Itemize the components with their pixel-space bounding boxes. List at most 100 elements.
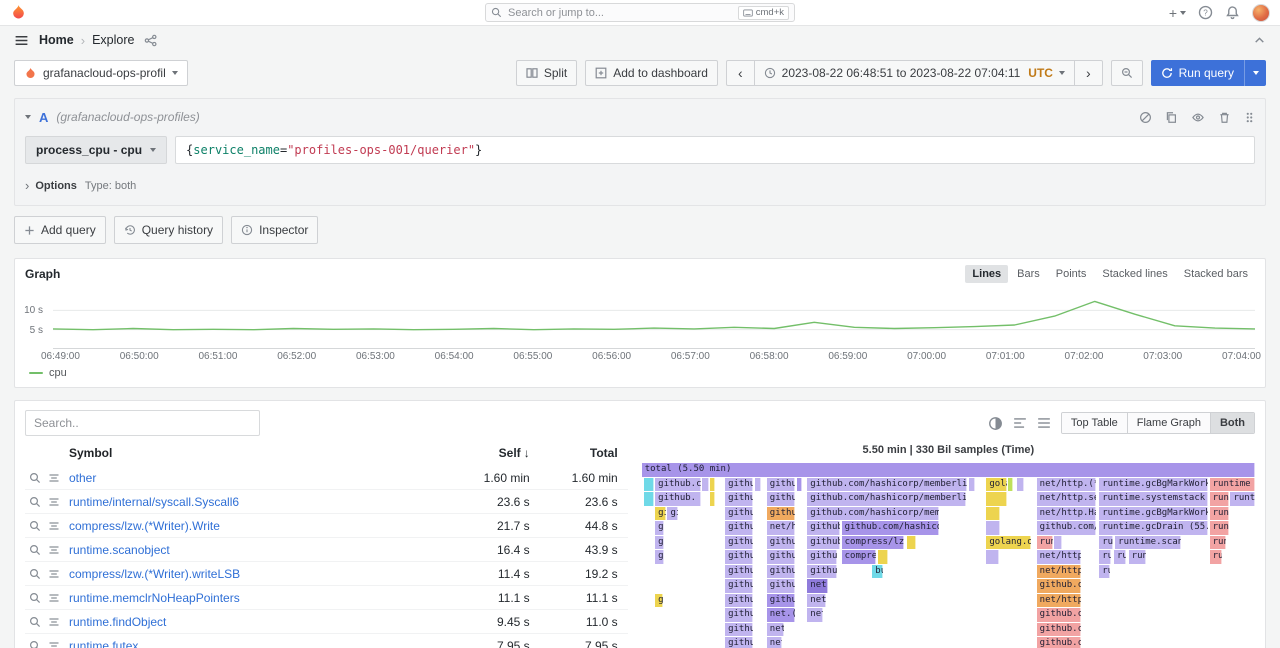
flame-node[interactable] xyxy=(755,478,761,492)
symbol-link[interactable]: compress/lzw.(*Writer).writeLSB xyxy=(69,567,452,581)
text-align-justify-icon[interactable] xyxy=(1037,416,1051,430)
flame-node[interactable]: githu xyxy=(725,623,753,637)
search-symbol-icon[interactable] xyxy=(29,520,41,532)
flame-node[interactable]: net/http.Har xyxy=(1037,550,1081,564)
flame-node[interactable]: git xyxy=(655,521,664,535)
flame-node[interactable]: github.c xyxy=(807,550,836,564)
flame-node[interactable]: runtin xyxy=(1230,492,1255,506)
flame-node[interactable]: net/http.Han xyxy=(1037,594,1081,608)
run-query-button[interactable]: Run query xyxy=(1151,60,1266,86)
flame-node[interactable]: githu xyxy=(767,507,795,521)
symbol-link[interactable]: runtime.memclrNoHeapPointers xyxy=(69,591,452,605)
flame-node[interactable]: run xyxy=(1114,550,1126,564)
flame-node[interactable]: net/http.(*c xyxy=(1037,478,1096,492)
search-symbol-icon[interactable] xyxy=(29,592,41,604)
flame-node[interactable]: run xyxy=(1099,536,1112,550)
flame-node[interactable]: github.c xyxy=(807,565,836,579)
graph-mode-lines[interactable]: Lines xyxy=(965,265,1008,283)
color-scheme-toggle-icon[interactable] xyxy=(988,416,1003,431)
flame-node[interactable]: github.com/c xyxy=(1037,579,1081,593)
flame-node[interactable] xyxy=(969,478,975,492)
flame-node[interactable] xyxy=(644,478,654,492)
flame-node[interactable]: githu xyxy=(725,637,753,648)
zoom-out-button[interactable] xyxy=(1111,60,1143,86)
tab-both[interactable]: Both xyxy=(1210,413,1254,433)
flame-node[interactable] xyxy=(1017,478,1024,492)
flame-node[interactable]: githu xyxy=(725,521,753,535)
flame-node[interactable]: githu xyxy=(767,594,795,608)
flame-node[interactable]: net.( xyxy=(807,608,823,622)
flame-node[interactable]: total (5.50 min) xyxy=(642,463,1255,477)
flame-node[interactable]: githu xyxy=(767,492,795,506)
symbol-link[interactable]: runtime.futex xyxy=(69,639,452,648)
search-symbol-icon[interactable] xyxy=(29,616,41,628)
symbol-link[interactable]: runtime/internal/syscall.Syscall6 xyxy=(69,495,452,509)
tab-flame-graph[interactable]: Flame Graph xyxy=(1127,413,1210,433)
drag-handle-icon[interactable] xyxy=(1244,111,1255,124)
flame-node[interactable]: runtime xyxy=(1210,478,1255,492)
sandwich-view-icon[interactable] xyxy=(48,520,60,532)
sandwich-view-icon[interactable] xyxy=(48,496,60,508)
grafana-logo[interactable] xyxy=(10,4,27,21)
flame-node[interactable] xyxy=(702,478,709,492)
flame-node[interactable]: runtime.gcBgMarkWorke xyxy=(1099,507,1208,521)
flame-node[interactable]: net.( xyxy=(767,623,784,637)
graph-legend[interactable]: cpu xyxy=(15,362,1265,387)
flame-node[interactable] xyxy=(797,478,803,492)
flame-node[interactable]: runtime.scanobje xyxy=(1115,536,1181,550)
disable-query-icon[interactable] xyxy=(1139,111,1152,124)
sandwich-view-icon[interactable] xyxy=(48,616,60,628)
flamegraph-search-input[interactable] xyxy=(25,410,260,436)
flame-node[interactable]: github.cc xyxy=(807,521,840,535)
time-range-picker[interactable]: 2023-08-22 06:48:51 to 2023-08-22 07:04:… xyxy=(754,60,1075,86)
flame-node[interactable]: githu xyxy=(725,478,753,492)
flame-node[interactable] xyxy=(710,478,714,492)
flame-node[interactable]: git xyxy=(655,507,666,521)
flame-node[interactable]: git xyxy=(655,536,664,550)
flame-node[interactable]: github.com/s xyxy=(1037,623,1081,637)
flame-node[interactable]: runt xyxy=(1129,550,1146,564)
graph-mode-bars[interactable]: Bars xyxy=(1010,265,1047,283)
flame-node[interactable] xyxy=(644,492,654,506)
sandwich-view-icon[interactable] xyxy=(48,640,60,648)
time-shift-back-button[interactable]: ‹ xyxy=(726,60,755,86)
query-ref-id[interactable]: A xyxy=(39,110,48,125)
flame-node[interactable] xyxy=(710,492,714,506)
flame-node[interactable]: rur xyxy=(1099,565,1110,579)
flame-node[interactable] xyxy=(986,492,1006,506)
flame-node[interactable]: compress/lzw.(*W xyxy=(842,536,905,550)
flame-node[interactable] xyxy=(986,550,998,564)
flame-node[interactable]: bu xyxy=(872,565,883,579)
flame-node[interactable]: gi xyxy=(655,594,662,608)
flame-node[interactable]: runti xyxy=(1210,507,1230,521)
breadcrumb-item-explore[interactable]: Explore xyxy=(92,33,134,47)
flame-node[interactable]: net.( xyxy=(767,637,782,648)
duplicate-query-icon[interactable] xyxy=(1165,111,1178,124)
time-series-chart[interactable]: 10 s5 s xyxy=(15,287,1265,349)
collapse-icon[interactable] xyxy=(1253,34,1266,47)
symbol-link[interactable]: runtime.findObject xyxy=(69,615,452,629)
user-avatar[interactable] xyxy=(1252,4,1270,22)
query-options-toggle[interactable]: › Options Type: both xyxy=(25,178,1255,193)
flame-node[interactable]: github. xyxy=(655,492,700,506)
flame-node[interactable]: githu xyxy=(725,492,753,506)
flame-node[interactable]: githu xyxy=(767,579,795,593)
flame-node[interactable]: net/http.con xyxy=(1037,565,1081,579)
flame-node[interactable]: net.(* xyxy=(807,594,825,608)
inspector-button[interactable]: Inspector xyxy=(231,216,318,244)
flame-node[interactable]: githu xyxy=(767,550,795,564)
flame-node[interactable]: githu xyxy=(725,579,753,593)
flame-node[interactable] xyxy=(878,550,888,564)
symbol-link[interactable]: other xyxy=(69,471,452,485)
legend-label[interactable]: cpu xyxy=(49,367,67,379)
sandwich-view-icon[interactable] xyxy=(48,544,60,556)
flame-node[interactable]: github.cc xyxy=(807,536,840,550)
flame-node[interactable] xyxy=(1054,536,1063,550)
flame-node[interactable]: githu xyxy=(725,565,753,579)
flame-node[interactable]: golang.org/x xyxy=(986,536,1030,550)
split-button[interactable]: Split xyxy=(516,60,577,86)
flame-node[interactable]: github.com/hashicorp/memberlist.( xyxy=(807,492,965,506)
datasource-picker[interactable]: grafanacloud-ops-profil xyxy=(14,60,188,86)
column-header-total[interactable]: Total xyxy=(540,446,628,460)
flame-node[interactable] xyxy=(986,507,999,521)
